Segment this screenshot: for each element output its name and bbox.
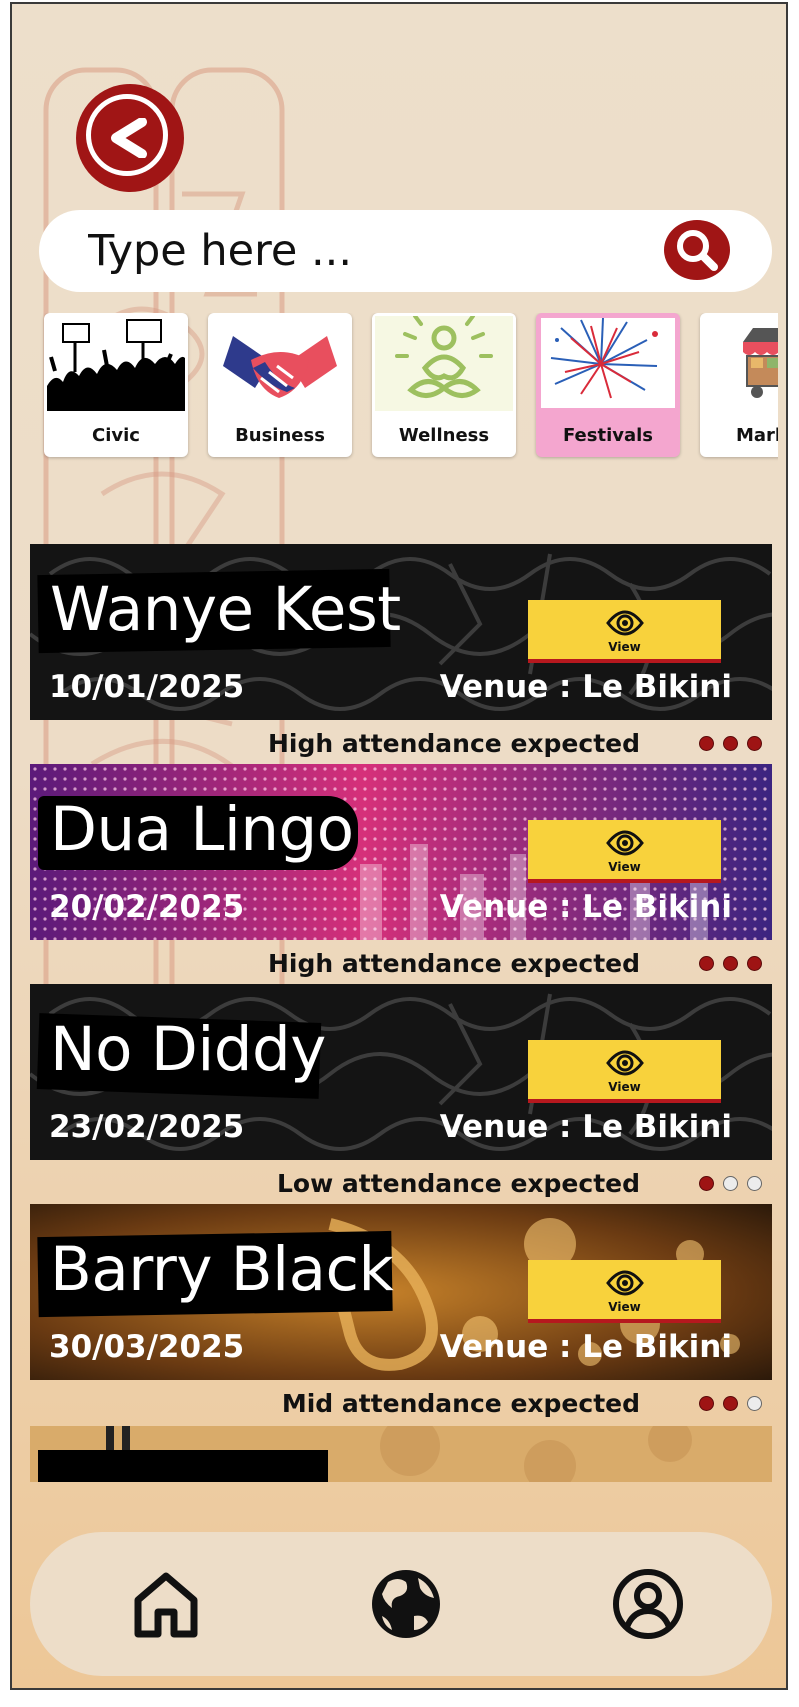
category-label: Civic <box>92 425 140 446</box>
attendance-row: Low attendance expected <box>30 1162 772 1206</box>
event-title: Wanye Kest <box>50 574 401 645</box>
fireworks-icon <box>541 318 675 408</box>
attendance-text: Mid attendance expected <box>281 1389 640 1418</box>
event-venue: Venue : Le Bikini <box>439 1109 732 1145</box>
attendance-dot <box>747 736 762 751</box>
event-venue: Venue : Le Bikini <box>439 669 732 705</box>
event-card[interactable]: Dua Lingo 20/02/2025 Venue : Le Bikini V… <box>30 764 772 940</box>
view-button[interactable]: View <box>528 1260 721 1323</box>
attendance-dot <box>699 1176 714 1191</box>
attendance-dot <box>699 1396 714 1411</box>
category-business[interactable]: Business <box>208 313 352 457</box>
category-civic[interactable]: Civic <box>44 313 188 457</box>
view-label: View <box>608 1300 641 1314</box>
attendance-dot <box>747 1396 762 1411</box>
view-button[interactable]: View <box>528 820 721 883</box>
attendance-text: Low attendance expected <box>276 1169 640 1198</box>
category-label: Wellness <box>398 425 490 446</box>
event-date: 23/02/2025 <box>49 1109 245 1145</box>
category-label: Mark <box>736 425 778 446</box>
category-strip: Civic Business Wellness Festivals Mar <box>30 313 778 463</box>
event-card[interactable]: Wanye Kest 10/01/2025 Venue : Le Bikini … <box>30 544 772 720</box>
event-venue: Venue : Le Bikini <box>439 889 732 925</box>
event-card[interactable]: Barry Black 30/03/2025 Venue : Le Bikini… <box>30 1204 772 1380</box>
event-card[interactable]: No Diddy 23/02/2025 Venue : Le Bikini Vi… <box>30 984 772 1160</box>
attendance-dot <box>723 956 738 971</box>
attendance-text: High attendance expected <box>267 729 640 758</box>
back-button[interactable] <box>76 84 184 192</box>
attendance-dot <box>699 736 714 751</box>
category-market[interactable]: Mark <box>700 313 778 457</box>
home-icon[interactable] <box>128 1566 204 1642</box>
attendance-text: High attendance expected <box>267 949 640 978</box>
app-screen: Civic Business <box>10 2 788 1690</box>
meditation-icon <box>375 316 513 411</box>
attendance-row: Mid attendance expected <box>30 1382 772 1426</box>
search-button[interactable] <box>664 220 730 280</box>
view-button[interactable]: View <box>528 600 721 663</box>
eye-icon <box>606 830 644 856</box>
event-title: Barry Black <box>50 1234 394 1305</box>
category-wellness[interactable]: Wellness <box>372 313 516 457</box>
event-date: 10/01/2025 <box>49 669 245 705</box>
event-venue: Venue : Le Bikini <box>439 1329 732 1365</box>
event-title: No Diddy <box>50 1014 326 1085</box>
globe-icon[interactable] <box>368 1566 444 1642</box>
category-label: Festivals <box>562 425 654 446</box>
attendance-dot <box>723 1176 738 1191</box>
view-label: View <box>608 1080 641 1094</box>
chevron-left-icon <box>111 118 147 158</box>
protest-crowd-icon <box>47 316 185 411</box>
search-input[interactable] <box>86 220 650 282</box>
attendance-dot <box>699 956 714 971</box>
event-date: 30/03/2025 <box>49 1329 245 1365</box>
category-festivals[interactable]: Festivals <box>536 313 680 457</box>
bottom-nav <box>30 1532 772 1676</box>
eye-icon <box>606 1050 644 1076</box>
attendance-row: High attendance expected <box>30 722 772 766</box>
attendance-dot <box>747 956 762 971</box>
search-icon <box>677 230 718 271</box>
search-bar <box>39 210 772 292</box>
market-stall-icon <box>703 316 778 411</box>
view-label: View <box>608 860 641 874</box>
handshake-icon <box>211 316 349 411</box>
event-card-partial[interactable] <box>30 1426 772 1482</box>
eye-icon <box>606 1270 644 1296</box>
attendance-dot <box>723 1396 738 1411</box>
event-date: 20/02/2025 <box>49 889 245 925</box>
partial-card-background <box>30 1426 772 1482</box>
attendance-dot <box>723 736 738 751</box>
view-button[interactable]: View <box>528 1040 721 1103</box>
attendance-row: High attendance expected <box>30 942 772 986</box>
attendance-dot <box>747 1176 762 1191</box>
user-profile-icon[interactable] <box>610 1566 686 1642</box>
event-title: Dua Lingo <box>50 794 354 865</box>
category-label: Business <box>235 425 325 446</box>
eye-icon <box>606 610 644 636</box>
view-label: View <box>608 640 641 654</box>
